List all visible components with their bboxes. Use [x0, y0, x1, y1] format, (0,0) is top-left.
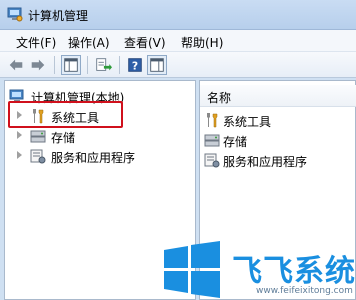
toolbar-separator — [54, 56, 55, 74]
list-item-label: 服务和应用程序 — [223, 155, 308, 169]
tools-icon — [207, 113, 218, 128]
services-icon — [204, 153, 220, 168]
watermark-url: www.feifeixitong.com — [256, 286, 353, 296]
toolbar-separator — [119, 56, 120, 74]
list-item[interactable]: 存储 — [204, 131, 354, 149]
help-icon[interactable]: ? — [125, 55, 145, 75]
tree-item-label: 存储 — [51, 131, 76, 145]
forward-icon[interactable] — [28, 55, 48, 75]
menu-help[interactable]: 帮助(H) — [181, 34, 223, 51]
menu-bar: 文件(F) 操作(A) 查看(V) 帮助(H) — [0, 30, 356, 52]
windows-logo-icon — [164, 241, 220, 298]
menu-view[interactable]: 查看(V) — [124, 34, 166, 51]
show-hide-tree-icon[interactable] — [61, 55, 81, 75]
tree-item-storage[interactable]: 存储 — [5, 127, 191, 145]
expand-arrow-icon[interactable] — [17, 131, 22, 139]
column-header-label: 名称 — [207, 91, 232, 105]
computer-management-icon — [7, 7, 23, 22]
list-item-label: 系统工具 — [223, 115, 272, 129]
menu-file[interactable]: 文件(F) — [16, 34, 56, 51]
toolbar-separator — [87, 56, 88, 74]
window-title: 计算机管理 — [28, 9, 89, 23]
watermark-text: 飞飞系统 — [232, 254, 356, 289]
watermark: 飞飞系统 www.feifeixitong.com — [160, 240, 356, 300]
highlight-box — [8, 101, 123, 128]
column-header-name[interactable]: 名称 — [200, 85, 356, 107]
list-item[interactable]: 系统工具 — [204, 111, 354, 129]
storage-icon — [204, 134, 220, 147]
list-item-label: 存储 — [223, 135, 248, 149]
title-bar: 计算机管理 — [0, 0, 356, 30]
export-list-icon[interactable] — [93, 55, 113, 75]
back-icon[interactable] — [6, 55, 26, 75]
menu-action[interactable]: 操作(A) — [68, 34, 110, 51]
storage-icon — [30, 130, 46, 143]
tree-item-label: 服务和应用程序 — [51, 151, 136, 165]
properties-icon[interactable] — [147, 55, 167, 75]
services-icon — [30, 149, 46, 164]
expand-arrow-icon[interactable] — [17, 151, 22, 159]
toolbar: ? — [0, 52, 356, 78]
svg-text:?: ? — [132, 60, 138, 73]
tree-item-services[interactable]: 服务和应用程序 — [5, 147, 191, 165]
list-item[interactable]: 服务和应用程序 — [204, 151, 354, 169]
